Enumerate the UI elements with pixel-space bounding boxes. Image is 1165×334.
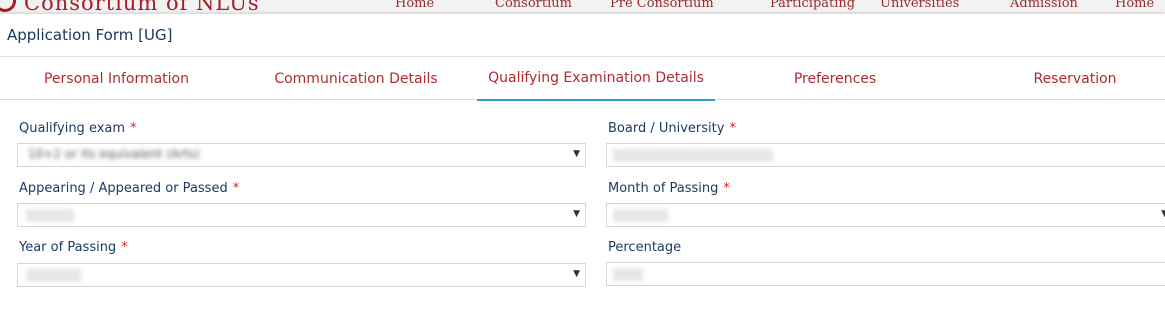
qualifying-exam-selected-value: 10+2 or its equivalent (Arts) [28,147,200,161]
redacted-value [26,269,81,282]
month-of-passing-select[interactable]: ▼ [606,203,1165,227]
application-form-modal: Application Form [UG] Personal Informati… [0,14,1165,334]
tab-qualifying-examination-details[interactable]: Qualifying Examination Details [477,57,715,101]
tab-personal-information[interactable]: Personal Information [0,57,233,100]
year-of-passing-select[interactable]: ▼ [17,263,586,287]
month-of-passing-label: Month of Passing * [608,181,730,196]
required-marker: * [232,181,240,196]
appearing-status-select[interactable]: ▼ [17,203,586,227]
site-nav-item[interactable]: Home [395,0,434,11]
modal-header: Application Form [UG] [0,14,1165,57]
required-marker: * [723,181,730,196]
site-title: Consortium of NLUs [24,0,260,14]
dropdown-caret-icon: ▼ [573,149,580,159]
modal-title: Application Form [UG] [7,26,173,44]
site-nav-item[interactable]: Consortium [495,0,572,11]
site-nav-item[interactable]: Pre Consortium [610,0,714,11]
redacted-value [613,149,773,162]
redacted-value [613,209,668,222]
dropdown-caret-icon: ▼ [1161,209,1165,219]
qualifying-exam-select[interactable]: 10+2 or its equivalent (Arts) ▼ [17,143,586,167]
qualifying-exam-label: Qualifying exam * [19,121,137,136]
site-nav-item[interactable]: Home [1115,0,1154,11]
site-logo-icon [0,0,16,12]
required-marker: * [729,121,736,136]
site-nav-item[interactable]: Universities [880,0,959,11]
percentage-input[interactable] [606,262,1165,286]
site-nav-item[interactable]: Admission [1010,0,1078,11]
appearing-status-label: Appearing / Appeared or Passed * [19,181,240,196]
dropdown-caret-icon: ▼ [573,269,580,279]
board-university-input[interactable] [606,143,1165,167]
form-tabs: Personal Information Communication Detai… [0,57,1165,101]
percentage-label: Percentage [608,240,682,255]
dropdown-caret-icon: ▼ [573,209,580,219]
tab-communication-details[interactable]: Communication Details [238,57,474,100]
board-university-label: Board / University * [608,121,736,136]
required-marker: * [130,121,137,136]
site-nav-item[interactable]: Participating [770,0,855,11]
year-of-passing-label: Year of Passing * [19,240,128,255]
tab-preferences[interactable]: Preferences [716,57,954,100]
redacted-value [613,268,643,281]
redacted-value [26,209,74,222]
required-marker: * [121,240,128,255]
background-site-header: Consortium of NLUs Home Consortium Pre C… [0,0,1165,14]
tab-reservation[interactable]: Reservation [956,57,1165,100]
